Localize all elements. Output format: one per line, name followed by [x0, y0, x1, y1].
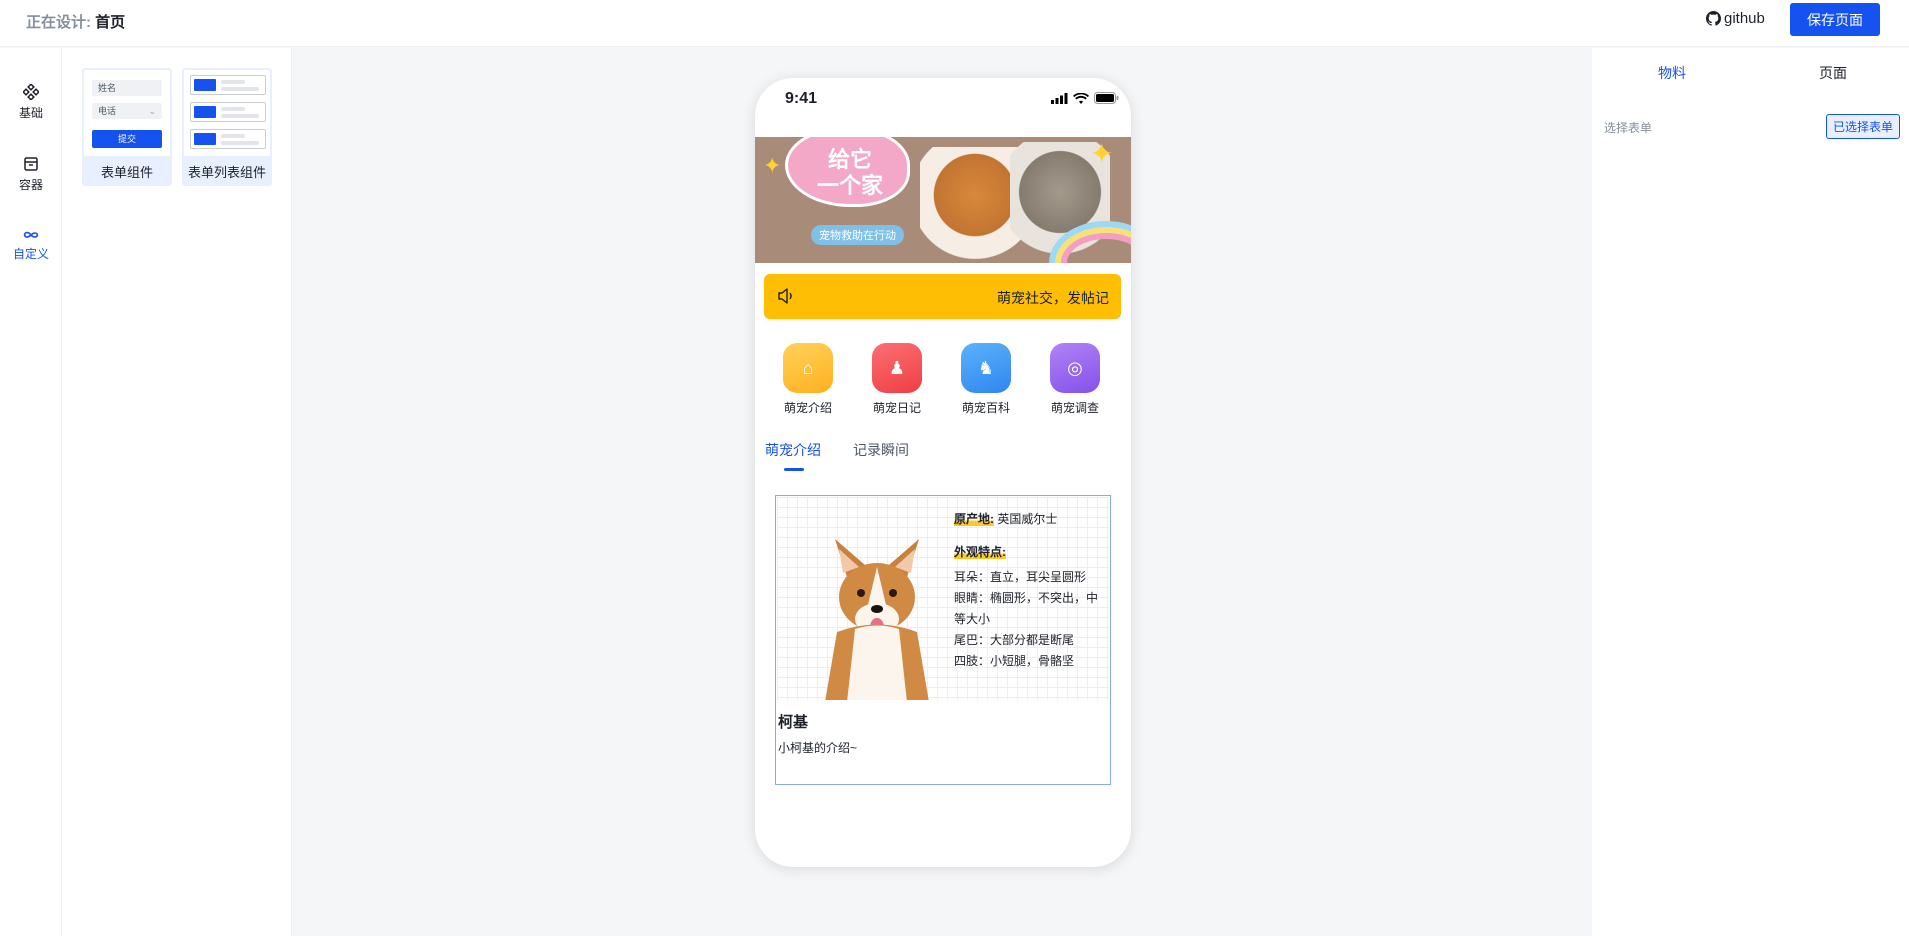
limbs-text: 四肢：小短腿，骨骼坚 — [954, 654, 1075, 668]
appearance-label: 外观特点: — [954, 545, 1006, 559]
pet-intro-card[interactable]: 原产地: 英国威尔士 外观特点: 耳朵：直立，耳尖呈圆形 眼睛：椭圆形，不突出，… — [775, 495, 1111, 785]
mini-submit-button: 提交 — [92, 130, 162, 148]
pet-name: 柯基 — [778, 714, 809, 731]
selected-form-button[interactable]: 已选择表单 — [1826, 114, 1900, 139]
mini-list-row — [190, 75, 266, 95]
page-name: 首页 — [95, 14, 126, 31]
mini-phone-field: 电话 ⌄ — [92, 103, 162, 119]
star-icon: ✦ — [1090, 138, 1114, 169]
category-label: 萌宠日记 — [872, 401, 921, 415]
component-panel: 姓名 电话 ⌄ 提交 表单组件 表单列表组件 — [62, 48, 292, 936]
signal-icon — [1051, 92, 1068, 104]
rail-item-basic[interactable]: 基础 — [0, 84, 62, 121]
rail-item-container[interactable]: 容器 — [0, 156, 62, 193]
pet-icon: ♞ — [961, 343, 1011, 393]
rail-item-custom[interactable]: 自定义 — [0, 229, 62, 262]
github-icon — [1706, 11, 1721, 26]
rail-label-basic: 基础 — [18, 106, 43, 120]
corgi-image — [825, 539, 929, 700]
pet-description: 小柯基的介绍~ — [778, 741, 858, 755]
github-label: github — [1724, 10, 1765, 27]
content-tabs: 萌宠介绍 记录瞬间 — [765, 440, 1121, 471]
origin-label: 原产地: — [954, 512, 994, 526]
category-pet-wiki[interactable]: ♞ 萌宠百科 — [951, 343, 1021, 416]
rail-label-custom: 自定义 — [12, 247, 49, 261]
status-bar: 9:41 — [755, 78, 1131, 133]
component-name: 表单列表组件 — [187, 165, 266, 180]
save-page-button[interactable]: 保存页面 — [1790, 3, 1880, 36]
status-time: 9:41 — [785, 90, 818, 107]
design-title: 正在设计: 首页 — [26, 11, 125, 32]
pet-info: 原产地: 英国威尔士 外观特点: 耳朵：直立，耳尖呈圆形 眼睛：椭圆形，不突出，… — [954, 509, 1104, 672]
image-icon — [194, 79, 216, 91]
eyes-text: 眼睛：椭圆形，不突出，中等大小 — [954, 591, 1099, 626]
category-pet-intro[interactable]: ⌂ 萌宠介绍 — [773, 343, 843, 416]
form-list-component-thumbnail — [184, 70, 270, 156]
notice-bar[interactable]: 萌宠社交，发帖记 — [764, 274, 1121, 319]
chevron-down-icon: ⌄ — [148, 106, 156, 116]
rail-label-container: 容器 — [18, 178, 43, 192]
pet-house-icon: ⌂ — [783, 343, 833, 393]
banner-tag: 宠物救助在行动 — [811, 225, 904, 245]
category-pet-diary[interactable]: ♟ 萌宠日记 — [862, 343, 932, 416]
active-tab-indicator — [784, 468, 804, 471]
tail-text: 尾巴：大部分都是断尾 — [954, 633, 1075, 647]
tab-page[interactable]: 页面 — [1819, 63, 1847, 83]
wifi-icon — [1073, 92, 1089, 104]
top-header: 正在设计: 首页 github 保存页面 — [0, 0, 1909, 47]
battery-icon — [1094, 92, 1119, 104]
right-panel: 物料 页面 选择表单 已选择表单 — [1592, 48, 1909, 936]
designing-label: 正在设计: — [26, 14, 91, 31]
mini-list-row — [190, 129, 266, 149]
category-label: 萌宠介绍 — [783, 401, 832, 415]
category-pet-survey[interactable]: ◎ 萌宠调查 — [1040, 343, 1110, 416]
image-icon — [194, 106, 216, 118]
dog-walking-icon: ♟ — [872, 343, 922, 393]
select-form-label: 选择表单 — [1604, 121, 1653, 135]
ears-text: 耳朵：直立，耳尖呈圆形 — [954, 570, 1087, 584]
status-icons — [1051, 92, 1119, 104]
pet-collar-icon: ◎ — [1050, 343, 1100, 393]
component-name: 表单组件 — [100, 165, 153, 180]
origin-value: 英国威尔士 — [997, 512, 1058, 526]
tab-record-moment[interactable]: 记录瞬间 — [853, 440, 909, 460]
image-icon — [194, 133, 216, 145]
component-icon — [23, 84, 39, 100]
form-component-thumbnail: 姓名 电话 ⌄ 提交 — [84, 70, 170, 156]
category-label: 萌宠百科 — [961, 401, 1010, 415]
category-grid: ⌂ 萌宠介绍 ♟ 萌宠日记 ♞ 萌宠百科 ◎ 萌宠调查 — [755, 343, 1131, 423]
banner-image: 给它 一个家 ✦ ✦ 宠物救助在行动 — [755, 137, 1131, 263]
speaker-icon — [778, 288, 792, 304]
category-label: 萌宠调查 — [1050, 401, 1099, 415]
tab-materials[interactable]: 物料 — [1658, 63, 1686, 83]
phone-preview: 9:41 给它 一个家 ✦ ✦ 宠物救助在行动 萌宠社交，发帖记 ⌂ 萌宠介绍 … — [755, 78, 1131, 867]
banner-title: 给它 一个家 — [816, 147, 883, 198]
form-component-card[interactable]: 姓名 电话 ⌄ 提交 表单组件 — [82, 68, 172, 186]
left-rail: 基础 容器 自定义 — [0, 48, 62, 936]
mini-list-row — [190, 102, 266, 122]
star-icon: ✦ — [763, 153, 782, 178]
form-list-component-card[interactable]: 表单列表组件 — [182, 68, 272, 186]
mini-name-field: 姓名 — [92, 80, 162, 96]
github-link[interactable]: github — [1706, 10, 1765, 27]
tab-pet-intro[interactable]: 萌宠介绍 — [765, 440, 821, 460]
infinity-icon — [23, 231, 39, 238]
box-icon — [24, 157, 38, 171]
notice-text: 萌宠社交，发帖记 — [997, 290, 1109, 306]
pet-grid-background: 原产地: 英国威尔士 外观特点: 耳朵：直立，耳尖呈圆形 眼睛：椭圆形，不突出，… — [777, 497, 1109, 700]
